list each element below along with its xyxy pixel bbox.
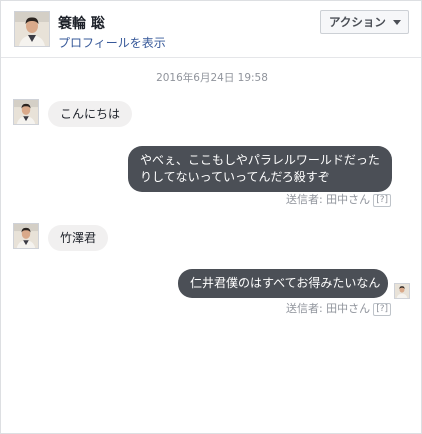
person-photo-icon <box>15 12 49 46</box>
message-line: りしてないっていってんだろ殺すぞ <box>140 170 330 184</box>
message-line: 仁井君僕のはすべてお得みたいなん <box>190 276 381 290</box>
chat-header: 簑輪 聡 プロフィールを表示 アクション <box>1 1 421 58</box>
person-photo-icon <box>395 284 409 298</box>
contact-avatar[interactable] <box>14 11 50 47</box>
conversation-timestamp: 2016年6月24日 19:58 <box>156 72 268 84</box>
help-badge[interactable]: [?] <box>373 194 391 207</box>
view-profile-link[interactable]: プロフィールを表示 <box>58 34 166 51</box>
sent-by-text: 送信者: 田中さん <box>285 302 371 315</box>
outgoing-message[interactable]: 仁井君僕のはすべてお得みたいなん <box>178 269 388 298</box>
outgoing-message[interactable]: やべぇ、ここもしやパラレルワールドだった りしてないっていってんだろ殺すぞ <box>128 146 392 192</box>
seen-avatar <box>394 283 410 299</box>
sent-by-text: 送信者: 田中さん <box>285 193 371 206</box>
help-badge[interactable]: [?] <box>373 303 391 316</box>
person-photo-icon <box>14 224 38 248</box>
sender-avatar[interactable] <box>13 99 39 125</box>
chat-window: 簑輪 聡 プロフィールを表示 アクション 2016年6月24日 19:58 こん… <box>0 0 422 434</box>
sent-by-label: 送信者: 田中さん [?] <box>286 191 391 207</box>
contact-name[interactable]: 簑輪 聡 <box>58 13 105 33</box>
sender-avatar[interactable] <box>13 223 39 249</box>
message-line: やべぇ、ここもしやパラレルワールドだった <box>140 153 380 167</box>
incoming-message[interactable]: 竹澤君 <box>48 225 109 251</box>
caret-down-icon <box>393 20 401 25</box>
person-photo-icon <box>14 100 38 124</box>
incoming-message[interactable]: こんにちは <box>48 101 133 127</box>
action-menu-button[interactable]: アクション <box>320 10 409 34</box>
action-button-label: アクション <box>329 15 386 29</box>
sent-by-label: 送信者: 田中さん [?] <box>286 300 391 316</box>
